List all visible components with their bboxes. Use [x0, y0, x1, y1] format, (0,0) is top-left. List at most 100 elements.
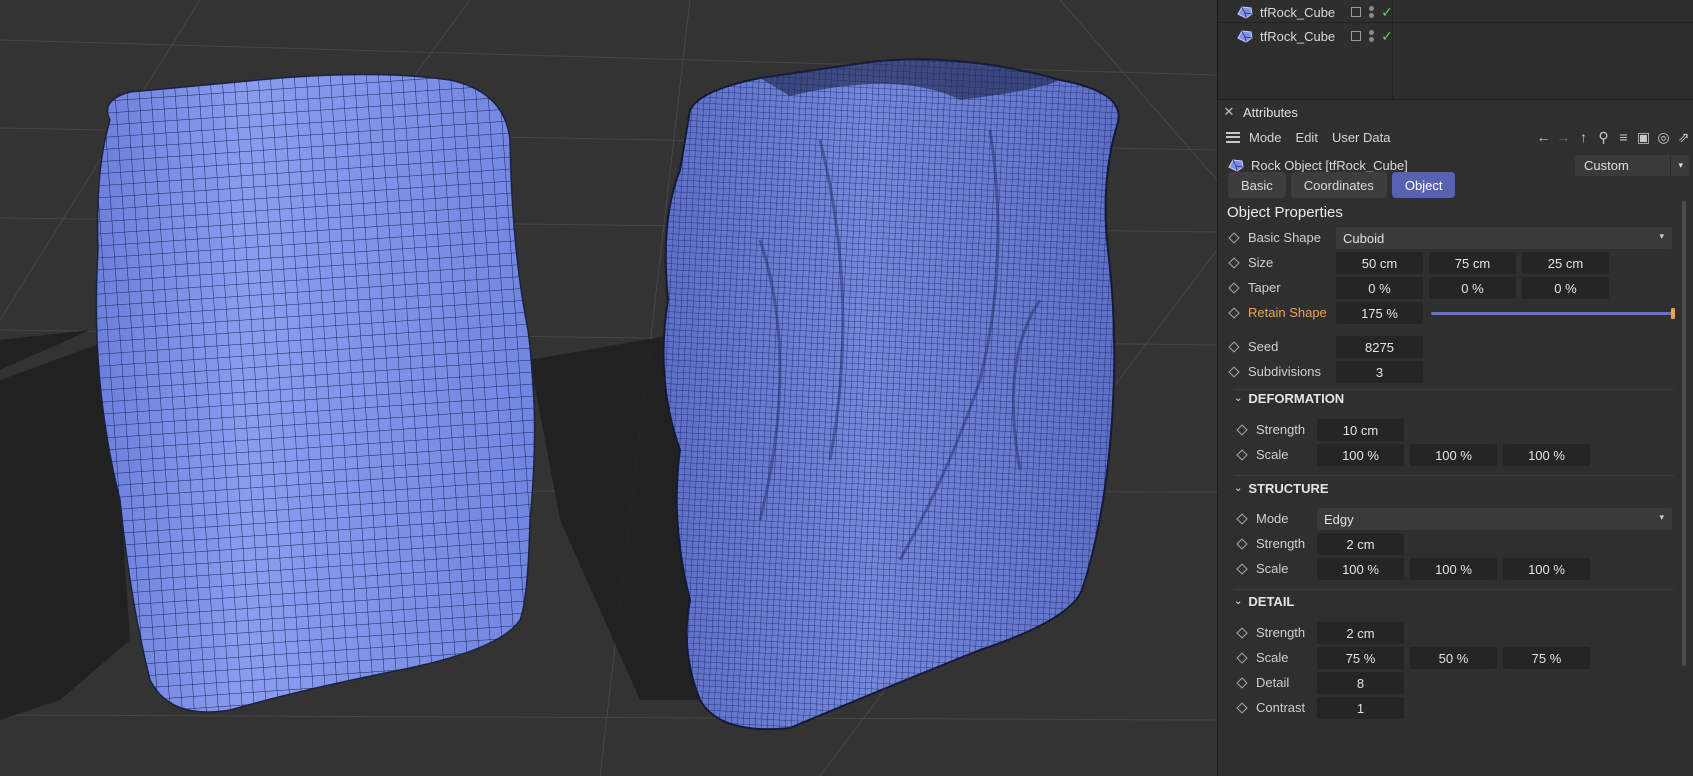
viewport-canvas[interactable] — [0, 0, 1217, 776]
new-window-icon[interactable]: ⇗ — [1675, 129, 1692, 146]
rock-object-icon — [1237, 30, 1253, 43]
detail-contrast-field[interactable]: 1 — [1317, 697, 1404, 719]
deformation-scale-row: Scale 100 % 100 % 100 % — [1218, 443, 1693, 468]
deformation-scale-x-field[interactable]: 100 % — [1317, 444, 1404, 466]
tab-coordinates[interactable]: Coordinates — [1290, 172, 1387, 198]
menu-user-data[interactable]: User Data — [1332, 130, 1391, 145]
deformation-group-header[interactable]: ⌄ DEFORMATION — [1234, 391, 1344, 406]
structure-mode-select[interactable]: Edgy ▾ — [1317, 508, 1672, 530]
keyframe-icon[interactable] — [1236, 563, 1248, 575]
object-name[interactable]: tfRock_Cube — [1260, 5, 1335, 20]
object-row[interactable]: tfRock_Cube ✓ — [1236, 25, 1393, 47]
keyframe-icon[interactable] — [1228, 282, 1240, 294]
detail-detail-field[interactable]: 8 — [1317, 672, 1404, 694]
chevron-down-icon[interactable]: ▾ — [1678, 160, 1683, 171]
keyframe-icon[interactable] — [1236, 449, 1248, 461]
taper-y-field[interactable]: 0 % — [1429, 277, 1516, 299]
back-arrow-icon[interactable]: ← — [1535, 129, 1552, 145]
detail-scale-row: Scale 75 % 50 % 75 % — [1218, 646, 1693, 671]
seed-label: Seed — [1248, 339, 1279, 354]
forward-arrow-icon[interactable]: → — [1555, 129, 1572, 145]
seed-row: Seed 8275 — [1218, 335, 1693, 360]
detail-group-header[interactable]: ⌄ DETAIL — [1234, 594, 1294, 609]
retain-shape-field[interactable]: 175 % — [1336, 302, 1423, 324]
retain-shape-slider-handle[interactable] — [1671, 308, 1675, 319]
keyframe-icon[interactable] — [1236, 652, 1248, 664]
detail-contrast-row: Contrast 1 — [1218, 696, 1693, 721]
subdivisions-field[interactable]: 3 — [1336, 361, 1423, 383]
size-z-field[interactable]: 25 cm — [1522, 252, 1609, 274]
search-icon[interactable]: ⚲ — [1595, 129, 1612, 146]
keyframe-icon[interactable] — [1236, 677, 1248, 689]
keyframe-icon[interactable] — [1228, 257, 1240, 269]
retain-shape-slider[interactable] — [1431, 312, 1675, 315]
structure-scale-z-field[interactable]: 100 % — [1503, 558, 1590, 580]
detail-scale-y-field[interactable]: 50 % — [1410, 647, 1497, 669]
object-name[interactable]: tfRock_Cube — [1260, 29, 1335, 44]
basic-shape-select[interactable]: Cuboid ▾ — [1336, 227, 1672, 249]
keyframe-icon[interactable] — [1228, 366, 1240, 378]
edit-tag-icon[interactable] — [1351, 7, 1362, 17]
structure-scale-y-field[interactable]: 100 % — [1410, 558, 1497, 580]
structure-strength-field[interactable]: 2 cm — [1317, 533, 1404, 555]
chevron-down-icon[interactable]: ⌄ — [1234, 393, 1242, 404]
keyframe-icon[interactable] — [1236, 627, 1248, 639]
enabled-check-icon[interactable]: ✓ — [1381, 28, 1393, 45]
taper-x-field[interactable]: 0 % — [1336, 277, 1423, 299]
detail-strength-field[interactable]: 2 cm — [1317, 622, 1404, 644]
chevron-down-icon: ▾ — [1659, 512, 1664, 522]
filter-icon[interactable]: ≡ — [1615, 129, 1632, 145]
chevron-down-icon[interactable]: ⌄ — [1234, 596, 1242, 607]
chevron-down-icon[interactable]: ⌄ — [1234, 483, 1242, 494]
enabled-check-icon[interactable]: ✓ — [1381, 4, 1393, 21]
structure-scale-x-field[interactable]: 100 % — [1317, 558, 1404, 580]
up-arrow-icon[interactable]: ↑ — [1575, 129, 1592, 145]
menu-mode[interactable]: Mode — [1249, 130, 1282, 145]
lock-icon[interactable]: ▣ — [1635, 129, 1652, 146]
layout-dropdown[interactable]: Custom ▾ — [1575, 155, 1689, 176]
detail-scale-label: Scale — [1256, 650, 1289, 665]
taper-z-field[interactable]: 0 % — [1522, 277, 1609, 299]
attributes-toolbar: ← → ↑ ⚲ ≡ ▣ ◎ ⇗ — [1535, 123, 1693, 151]
visibility-dots-icon[interactable] — [1369, 30, 1375, 42]
attributes-manager: ✕ Attributes Mode Edit User Data ← → ↑ ⚲… — [1218, 101, 1693, 776]
attributes-menu-bar: Mode Edit User Data ← → ↑ ⚲ ≡ ▣ ◎ ⇗ — [1218, 123, 1693, 151]
seed-field[interactable]: 8275 — [1336, 336, 1423, 358]
detail-scale-x-field[interactable]: 75 % — [1317, 647, 1404, 669]
keyframe-icon[interactable] — [1236, 702, 1248, 714]
visibility-dots-icon[interactable] — [1369, 6, 1375, 18]
keyframe-icon[interactable] — [1236, 513, 1248, 525]
3d-viewport[interactable] — [0, 0, 1217, 776]
detail-strength-row: Strength 2 cm — [1218, 621, 1693, 646]
keyframe-icon[interactable] — [1228, 341, 1240, 353]
close-icon[interactable]: ✕ — [1218, 104, 1240, 120]
edit-tag-icon[interactable] — [1351, 31, 1362, 41]
menu-edit[interactable]: Edit — [1296, 130, 1318, 145]
object-row[interactable]: tfRock_Cube ✓ — [1236, 1, 1393, 23]
structure-strength-row: Strength 2 cm — [1218, 532, 1693, 557]
deformation-scale-y-field[interactable]: 100 % — [1410, 444, 1497, 466]
side-panels: tfRock_Cube ✓ tfRock_Cube ✓ ✕ Attributes… — [1217, 0, 1693, 776]
separator — [1234, 475, 1674, 476]
structure-title: STRUCTURE — [1248, 481, 1329, 496]
target-icon[interactable]: ◎ — [1655, 129, 1672, 146]
detail-contrast-label: Contrast — [1256, 700, 1306, 715]
keyframe-icon[interactable] — [1228, 307, 1240, 319]
keyframe-icon[interactable] — [1236, 538, 1248, 550]
deformation-scale-z-field[interactable]: 100 % — [1503, 444, 1590, 466]
rock-object-icon — [1237, 6, 1253, 19]
tab-basic[interactable]: Basic — [1228, 172, 1286, 198]
structure-group-header[interactable]: ⌄ STRUCTURE — [1234, 481, 1329, 496]
size-y-field[interactable]: 75 cm — [1429, 252, 1516, 274]
structure-mode-row: Mode Edgy ▾ — [1218, 507, 1693, 532]
deformation-strength-field[interactable]: 10 cm — [1317, 419, 1404, 441]
keyframe-icon[interactable] — [1236, 424, 1248, 436]
basic-shape-value: Cuboid — [1343, 230, 1385, 246]
deformation-scale-label: Scale — [1256, 447, 1289, 462]
size-x-field[interactable]: 50 cm — [1336, 252, 1423, 274]
subdivisions-label: Subdivisions — [1248, 364, 1321, 379]
keyframe-icon[interactable] — [1228, 232, 1240, 244]
detail-scale-z-field[interactable]: 75 % — [1503, 647, 1590, 669]
tab-object[interactable]: Object — [1391, 172, 1456, 198]
hamburger-menu-icon[interactable] — [1226, 131, 1240, 143]
